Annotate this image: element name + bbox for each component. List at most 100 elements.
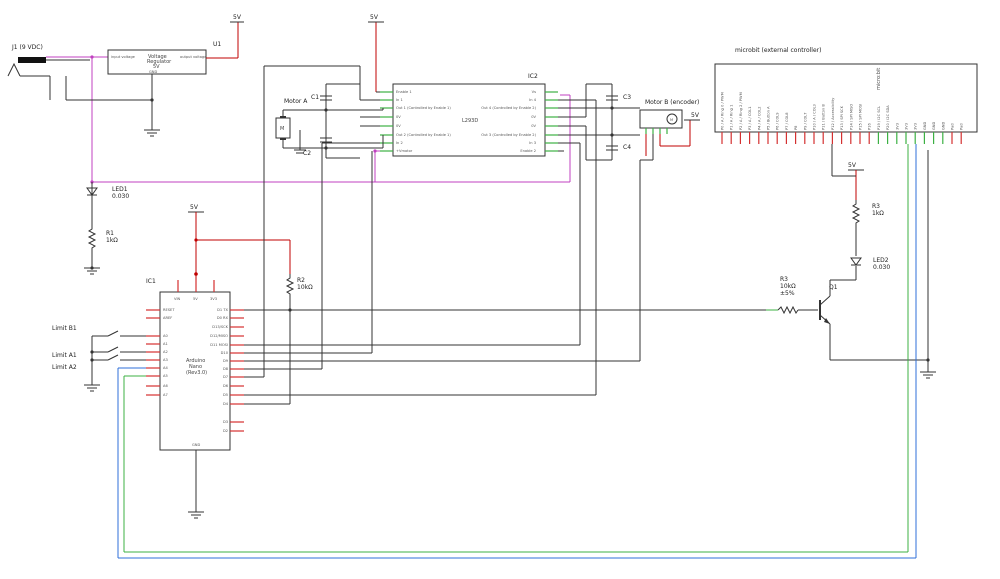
microbit-pin-label-19: 3V3 <box>895 123 899 130</box>
ground-icon <box>144 129 160 137</box>
microbit-controller: microbit (external controller) micro:bit… <box>714 47 978 144</box>
ic2-pin-r3: Out 4 (Controlled by Enable 2) <box>481 106 536 110</box>
nano-pin-d7: D7 <box>223 375 228 379</box>
limit-a1-label: Limit A1 <box>52 352 77 359</box>
microbit-pin-label-0: P0 / A / Ring 0 / PWM <box>721 92 725 130</box>
reg-output-pin: output voltage <box>180 55 207 59</box>
microbit-pin-label-5: P5 / Button A <box>767 106 771 130</box>
v5-label-nano: 5V <box>190 204 199 211</box>
led2-value: 0.030 <box>873 264 890 271</box>
microbit-pin-label-24: GND <box>941 122 945 130</box>
transistor-stage: R3 10kΩ ±5% Q1 5V R3 1kΩ LED2 0.030 <box>766 144 936 379</box>
microbit-pin-label-8: P8 <box>794 125 798 130</box>
led1-label: LED1 <box>112 186 128 193</box>
jack-sleeve-icon <box>7 62 21 77</box>
nano-pin-d11: D11 MOSI <box>210 343 228 347</box>
motor-b-section: Motor B (encoder) M 5V C3 C4 <box>558 83 700 161</box>
voltage-regulator-u1: Voltage Regulator 5V input voltage outpu… <box>65 14 244 137</box>
microbit-pin-label-13: P13 / SPI SCK <box>840 105 844 130</box>
reg-input-pin: input voltage <box>111 55 136 59</box>
nano-pin-a2: A2 <box>163 350 168 354</box>
i2c-wires <box>117 144 917 559</box>
motor-a-icon: M <box>280 126 284 132</box>
capacitor-c3: C3 <box>606 94 631 101</box>
nano-pin-a4: A4 <box>163 366 168 370</box>
reg-gnd-pin: GND <box>149 70 157 74</box>
u1-label: U1 <box>213 41 221 48</box>
microbit-pin-label-7: P7 / COL8 <box>785 112 789 130</box>
c1-label: C1 <box>311 94 319 101</box>
motor-driver-ic2: L293D IC2 Enable 1 In 1 Out 1 (Controlle… <box>368 14 558 157</box>
microbit-pin-label-23: GND <box>932 122 936 130</box>
nano-pin-d6: D6 <box>223 384 229 388</box>
ic2-pin-r5: 0V <box>531 124 536 128</box>
nano-pin-a3: A3 <box>163 358 168 362</box>
r3-mid-label: R3 <box>780 276 788 283</box>
led1-value: 0.030 <box>112 193 129 200</box>
microbit-pin-label-14: P14 / SPI MISO <box>849 104 853 130</box>
motor-b-symbol: M <box>670 118 673 122</box>
capacitor-c4: C4 <box>606 144 631 151</box>
microbit-logo: micro:bit <box>876 68 882 90</box>
v5-label-ic2: 5V <box>370 14 379 21</box>
v5-label-r3: 5V <box>848 162 857 169</box>
nano-pin-d5: D5 <box>223 393 228 397</box>
r1-label: R1 <box>106 230 114 237</box>
ground-icon <box>188 511 204 519</box>
r1-value: 1kΩ <box>106 237 118 244</box>
schematic-canvas: J1 (9 VDC) Voltage Regulator 5V input vo… <box>7 14 978 559</box>
microbit-pin-label-22: GND <box>923 122 927 130</box>
led2-label: LED2 <box>873 257 889 264</box>
ic2-pin-l2: In 1 <box>396 98 403 102</box>
r3-mid-value-2: ±5% <box>780 290 795 297</box>
r3-resistor-icon <box>851 200 861 256</box>
nano-pin-3v3: 3V3 <box>210 297 217 301</box>
microbit-pin-label-20: 3V3 <box>905 123 909 130</box>
nano-pin-d8: D8 <box>223 367 229 371</box>
microbit-pin-label-9: P9 / COL7 <box>803 112 807 130</box>
v5-label-u1: 5V <box>233 14 242 21</box>
microbit-pin-label-12: P12 / Accessibility <box>831 97 835 130</box>
microbit-pin-label-2: P2 / A / Ring 2 / PWM <box>739 92 743 130</box>
ic2-pin-l1: Enable 1 <box>396 90 412 94</box>
nano-pin-d0: D0 RX <box>217 316 229 320</box>
motor-b-label: Motor B (encoder) <box>645 99 699 106</box>
c3-label: C3 <box>623 94 631 101</box>
npn-transistor-icon <box>819 295 831 325</box>
ground-icon <box>920 371 936 379</box>
limit-switches: Limit B1 Limit A1 Limit A2 <box>52 325 146 392</box>
r2-label: R2 <box>297 277 305 284</box>
nano-pin-d12: D12/MISO <box>210 334 228 338</box>
power-jack-j1: J1 (9 VDC) <box>7 44 90 100</box>
ic2-pin-r8: Enable 2 <box>520 149 536 153</box>
ic2-pin-r4: 0V <box>531 115 536 119</box>
r3-mid-value-1: 10kΩ <box>780 283 796 290</box>
ic2-pin-l4: 0V <box>396 115 401 119</box>
microbit-pin-label-16: P16 <box>868 123 872 130</box>
nano-pin-aref: AREF <box>163 316 172 320</box>
ic1-label: IC1 <box>146 278 156 285</box>
microbit-pin-label-15: P15 / SPI MOSI <box>859 104 863 130</box>
microbit-pin-label-4: P4 / A / COL2 <box>757 106 761 130</box>
motor-a-label: Motor A <box>284 98 308 105</box>
limit-b1-label: Limit B1 <box>52 325 77 332</box>
ic2-pin-l8: +Vmotor <box>396 149 413 153</box>
nano-pin-d3: D3 <box>223 420 228 424</box>
c4-label: C4 <box>623 144 631 151</box>
nano-pin-d1: D1 TX <box>217 308 228 312</box>
ground-icon <box>84 384 100 392</box>
jack-plug-icon <box>18 57 46 63</box>
switch-b1-icon <box>92 330 146 337</box>
nano-pin-reset: RESET <box>163 308 175 312</box>
r2-value: 10kΩ <box>297 284 313 291</box>
ic2-pin-l7: In 2 <box>396 141 403 145</box>
ic2-pin-r6: Out 3 (Controlled by Enable 2) <box>481 133 536 137</box>
nano-pin-a5: A5 <box>163 374 168 378</box>
microbit-pin-label-25: Pad <box>951 124 955 131</box>
led1-r1-branch: LED1 0.030 R1 1kΩ <box>84 182 129 275</box>
microbit-pin-label-6: P6 / COL9 <box>776 112 780 130</box>
r3-base-resistor-icon <box>777 305 799 315</box>
nano-pin-a6: A6 <box>163 384 168 388</box>
j1-label: J1 (9 VDC) <box>11 44 43 51</box>
capacitor-c1: C1 <box>311 94 332 101</box>
